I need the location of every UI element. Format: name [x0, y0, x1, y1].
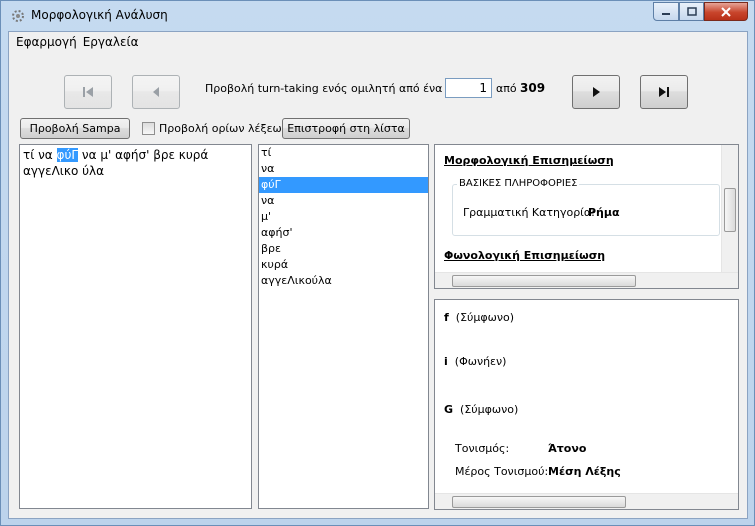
- segment-type: (Σύμφωνο): [460, 403, 519, 416]
- app-icon: [12, 10, 24, 22]
- word-bounds-checkbox[interactable]: [142, 122, 155, 135]
- morphology-heading: Μορφολογική Επισημείωση: [444, 154, 614, 167]
- list-item[interactable]: κυρά: [259, 257, 428, 273]
- list-item[interactable]: μ': [259, 209, 428, 225]
- sampa-button[interactable]: Προβολή Sampa: [20, 118, 130, 139]
- previous-icon: [153, 87, 159, 97]
- horizontal-scroll-thumb[interactable]: [452, 275, 636, 287]
- phonology-panel: f (Σύμφωνο) i (Φωνήεν) G (Σύμφωνο) Τονισ…: [434, 299, 739, 510]
- list-item-selected[interactable]: φύΓ: [259, 177, 428, 193]
- list-item[interactable]: να: [259, 193, 428, 209]
- text-selected-word: φύΓ: [56, 148, 79, 162]
- segment-type: (Φωνήεν): [454, 355, 507, 368]
- of-label: από: [496, 82, 517, 95]
- menu-application[interactable]: Εφαρμογή: [13, 35, 80, 49]
- close-icon: [721, 6, 731, 17]
- segment-symbol: f: [444, 311, 449, 324]
- total-count: 309: [520, 81, 546, 95]
- maximize-icon: [686, 7, 697, 16]
- basic-info-group: ΒΑΣΙΚΕΣ ΠΛΗΡΟΦΟΡΙΕΣ Γραμματική Κατηγορία…: [452, 178, 720, 236]
- back-to-list-button[interactable]: Επιστροφή στη λίστα: [282, 118, 410, 139]
- morphology-vertical-scrollbar[interactable]: [721, 145, 738, 273]
- segment-row: G (Σύμφωνο): [444, 403, 518, 416]
- list-item[interactable]: τί: [259, 145, 428, 161]
- segment-symbol: G: [444, 403, 454, 416]
- pos-value: Ρήμα: [588, 206, 620, 219]
- navigator-label: Προβολή turn-taking ενός ομιλητή από ένα…: [205, 82, 472, 95]
- phonology-horizontal-scrollbar[interactable]: [435, 493, 738, 509]
- list-item[interactable]: βρε: [259, 241, 428, 257]
- close-button[interactable]: [704, 2, 748, 21]
- word-list[interactable]: τί να φύΓ να μ' αφήσ' βρε κυρά αγγεΛικού…: [258, 144, 429, 509]
- last-button[interactable]: [640, 75, 688, 109]
- app-window: Μορφολογική Ανάλυση Εφαρμογή Εργαλεία Πρ…: [0, 0, 755, 526]
- pos-label: Γραμματική Κατηγορία:: [463, 206, 595, 219]
- segment-row: i (Φωνήεν): [444, 355, 506, 368]
- basic-info-title: ΒΑΣΙΚΕΣ ΠΛΗΡΟΦΟΡΙΕΣ: [457, 178, 580, 189]
- stress-position-label: Μέρος Τονισμού:: [455, 465, 549, 478]
- skip-last-icon: [659, 87, 669, 97]
- list-item[interactable]: αγγεΛικούλα: [259, 273, 428, 289]
- minimize-button[interactable]: [653, 2, 679, 21]
- stress-position-value: Μέση Λέξης: [548, 465, 621, 478]
- word-bounds-label: Προβολή ορίων λέξεων: [159, 122, 288, 135]
- skip-first-icon: [83, 87, 93, 97]
- segment-symbol: i: [444, 355, 448, 368]
- list-item[interactable]: να: [259, 161, 428, 177]
- segment-type: (Σύμφωνο): [455, 311, 515, 324]
- window-title: Μορφολογική Ανάλυση: [31, 8, 168, 22]
- case-number-input[interactable]: 1: [445, 78, 492, 98]
- morphology-horizontal-scrollbar[interactable]: [435, 272, 738, 288]
- segment-row: f (Σύμφωνο): [444, 311, 514, 324]
- previous-button[interactable]: [132, 75, 180, 109]
- menu-tools[interactable]: Εργαλεία: [80, 35, 142, 49]
- minimize-icon: [662, 12, 670, 15]
- list-item[interactable]: αφήσ': [259, 225, 428, 241]
- first-button[interactable]: [64, 75, 112, 109]
- title-bar[interactable]: Μορφολογική Ανάλυση: [1, 1, 754, 31]
- maximize-button[interactable]: [679, 2, 704, 21]
- next-button[interactable]: [572, 75, 620, 109]
- text-before: τί να: [23, 148, 57, 162]
- vertical-scroll-thumb[interactable]: [724, 188, 736, 232]
- stress-value: Άτονο: [548, 442, 587, 455]
- transcript-text[interactable]: τί να φύΓ να μ' αφήσ' βρε κυρά αγγεΛικο …: [19, 144, 252, 509]
- phonology-heading: Φωνολογική Επισημείωση: [444, 249, 606, 262]
- client-area: Εφαρμογή Εργαλεία Προβολή turn-taking εν…: [8, 31, 748, 519]
- stress-label: Τονισμός:: [455, 442, 510, 455]
- morphology-panel: Μορφολογική Επισημείωση ΒΑΣΙΚΕΣ ΠΛΗΡΟΦΟΡ…: [434, 144, 739, 289]
- menu-bar: Εφαρμογή Εργαλεία: [9, 32, 747, 52]
- horizontal-scroll-thumb[interactable]: [452, 496, 626, 508]
- next-icon: [593, 87, 600, 97]
